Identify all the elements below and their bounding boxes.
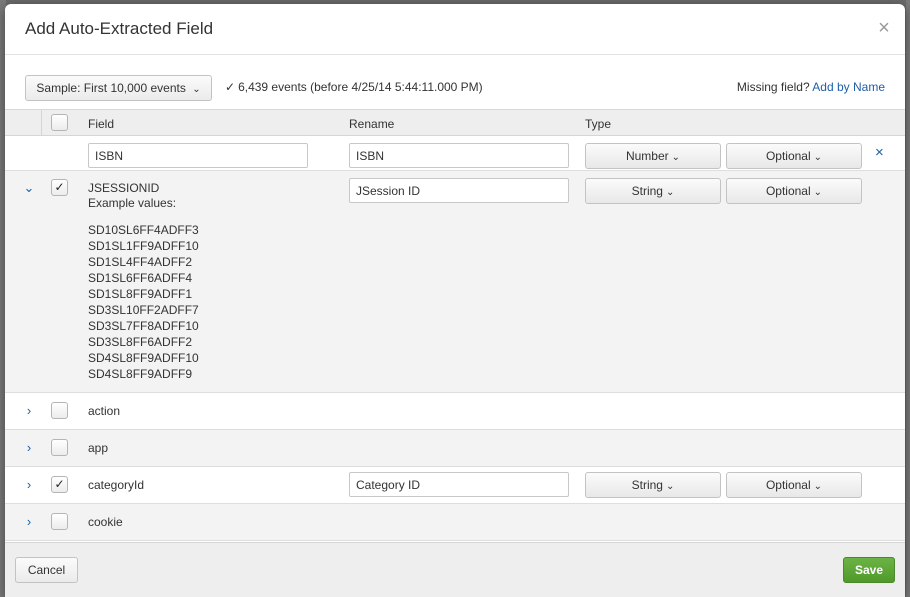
expand-chevron-icon[interactable]: › — [22, 441, 36, 455]
chevron-down-icon: ⌄ — [813, 152, 823, 163]
chevron-down-icon: ⌄ — [665, 187, 675, 198]
example-value: SD1SL4FF4ADFF2 — [88, 255, 193, 269]
rename-input[interactable] — [349, 178, 569, 203]
header-divider — [41, 110, 42, 137]
new-field-row: Number⌄ Optional⌄ × — [5, 136, 905, 171]
cancel-button[interactable]: Cancel — [15, 557, 78, 583]
background-right-edge — [906, 0, 910, 597]
type-label: String — [631, 184, 663, 198]
example-value: SD4SL8FF9ADFF10 — [88, 351, 199, 365]
chevron-down-icon: ⌄ — [813, 187, 823, 198]
example-value: SD3SL7FF8ADFF10 — [88, 319, 199, 333]
table-row: › cookie — [5, 504, 905, 541]
header-rename: Rename — [349, 117, 395, 131]
requirement-label: Optional — [765, 478, 811, 492]
type-dropdown[interactable]: String ⌄ — [585, 178, 721, 204]
example-value: SD1SL6FF6ADFF4 — [88, 271, 193, 285]
dialog-toolbar: Sample: First 10,000 events ⌄ ✓ 6,439 eve… — [5, 56, 905, 108]
dialog-header: Add Auto-Extracted Field × — [5, 4, 905, 55]
field-name: JSESSIONID — [88, 181, 160, 195]
field-name: categoryId — [88, 478, 145, 492]
example-value: SD3SL8FF6ADFF2 — [88, 335, 193, 349]
sample-dropdown-button[interactable]: Sample: First 10,000 events ⌄ — [25, 75, 212, 101]
example-value: SD3SL10FF2ADFF7 — [88, 303, 199, 317]
select-all-checkbox[interactable] — [51, 114, 68, 131]
row-checkbox[interactable]: ✓ — [51, 179, 68, 196]
new-field-name-input[interactable] — [88, 143, 308, 168]
missing-field-label: Missing field? — [736, 80, 810, 94]
add-by-name-link[interactable]: Add by Name — [812, 80, 885, 94]
row-checkbox[interactable]: ✓ — [51, 476, 68, 493]
chevron-down-icon: ⌄ — [813, 481, 823, 492]
collapse-chevron-icon[interactable]: ⌄ — [22, 181, 36, 195]
rename-input[interactable] — [349, 472, 569, 497]
example-value: SD10SL6FF4ADFF3 — [88, 223, 199, 237]
example-value: SD1SL1FF9ADFF10 — [88, 239, 199, 253]
requirement-dropdown[interactable]: Optional ⌄ — [726, 472, 862, 498]
save-button[interactable]: Save — [843, 557, 895, 583]
type-dropdown[interactable]: String ⌄ — [585, 472, 721, 498]
close-icon[interactable]: × — [875, 18, 893, 38]
type-label: Number — [625, 149, 669, 163]
chevron-down-icon: ⌄ — [192, 84, 201, 95]
example-values-label: Example values: — [88, 196, 177, 210]
events-status: ✓ 6,439 events (before 4/25/14 5:44:11.00… — [225, 80, 483, 94]
header-type: Type — [585, 117, 612, 131]
table-row: › app — [5, 430, 905, 467]
add-field-dialog: Add Auto-Extracted Field × Sample: First… — [5, 4, 905, 597]
expand-chevron-icon[interactable]: › — [22, 478, 36, 492]
table-row: ⌄ ✓ JSESSIONID Example values: SD10SL6FF… — [5, 171, 905, 393]
new-field-type-dropdown[interactable]: Number ⌄ — [585, 143, 721, 169]
requirement-dropdown[interactable]: Optional ⌄ — [726, 178, 862, 204]
expand-chevron-icon[interactable]: › — [22, 515, 36, 529]
missing-field-prompt: Missing field? Add by Name — [737, 80, 885, 94]
fields-table: Field Rename Type Number⌄ Optional⌄ × ⌄ … — [5, 109, 905, 542]
dialog-title: Add Auto-Extracted Field — [25, 19, 214, 38]
row-checkbox[interactable] — [51, 402, 68, 419]
requirement-label: Optional — [765, 149, 811, 163]
check-icon: ✓ — [225, 80, 236, 94]
field-name: action — [88, 404, 121, 418]
table-row: › ✓ categoryId String⌄ Optional⌄ — [5, 467, 905, 504]
requirement-label: Optional — [765, 184, 811, 198]
new-field-rename-input[interactable] — [349, 143, 569, 168]
example-value: SD1SL8FF9ADFF1 — [88, 287, 193, 301]
new-field-requirement-dropdown[interactable]: Optional ⌄ — [726, 143, 862, 169]
type-label: String — [631, 478, 663, 492]
example-values-list: SD10SL6FF4ADFF3 SD1SL1FF9ADFF10 SD1SL4FF… — [88, 222, 199, 382]
expand-chevron-icon[interactable]: › — [22, 404, 36, 418]
chevron-down-icon: ⌄ — [671, 152, 681, 163]
field-name: cookie — [88, 515, 123, 529]
row-checkbox[interactable] — [51, 439, 68, 456]
events-status-text: 6,439 events (before 4/25/14 5:44:11.000… — [238, 80, 483, 94]
sample-label: Sample: First 10,000 events — [36, 81, 186, 95]
chevron-down-icon: ⌄ — [665, 481, 675, 492]
header-field: Field — [88, 117, 115, 131]
dialog-footer: Cancel Save — [5, 542, 905, 597]
table-header: Field Rename Type — [5, 109, 905, 137]
field-name: app — [88, 441, 109, 455]
row-checkbox[interactable] — [51, 513, 68, 530]
remove-field-icon[interactable]: × — [875, 144, 884, 161]
example-value: SD4SL8FF9ADFF9 — [88, 367, 193, 381]
table-row: › action — [5, 393, 905, 430]
